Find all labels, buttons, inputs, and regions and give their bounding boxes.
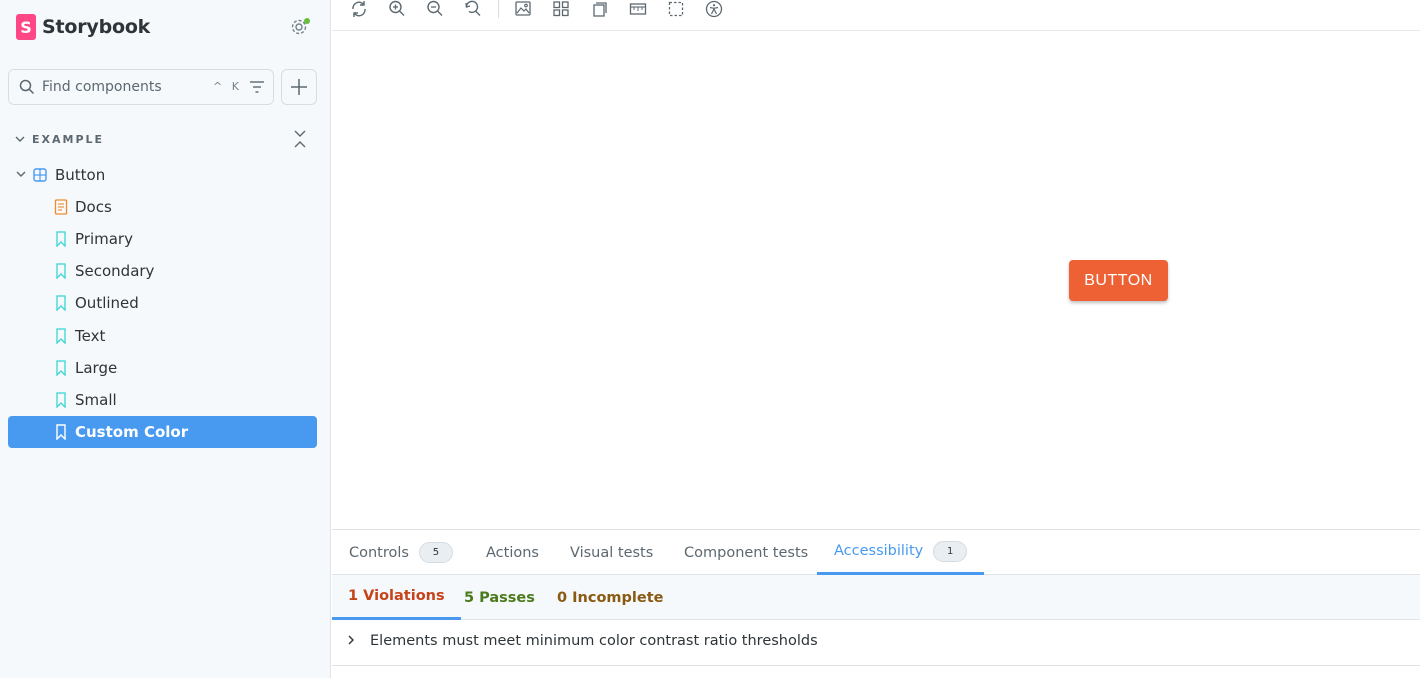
plus-icon	[291, 79, 307, 95]
tab-label: Visual tests	[570, 544, 654, 561]
update-indicator-dot	[304, 18, 310, 24]
zoom-reset-icon[interactable]	[464, 0, 482, 18]
grid-icon[interactable]	[552, 0, 570, 18]
filter-icon[interactable]	[249, 80, 265, 94]
tab-actions[interactable]: Actions	[486, 530, 539, 575]
chevron-down-icon	[15, 136, 25, 142]
subtab-passes[interactable]: 5 Passes	[464, 575, 535, 620]
brand-name: Storybook	[42, 16, 151, 38]
tab-count-badge: 5	[418, 542, 453, 563]
tree-item-text[interactable]: Text	[8, 320, 317, 352]
zoom-in-icon[interactable]	[388, 0, 406, 18]
tab-label: Actions	[486, 544, 539, 561]
settings-button[interactable]	[290, 18, 310, 38]
zoom-out-icon[interactable]	[426, 0, 444, 18]
bookmark-icon	[56, 295, 66, 311]
outline-icon[interactable]	[667, 0, 685, 18]
tree-item-large[interactable]: Large	[8, 352, 317, 384]
violation-title: Elements must meet minimum color contras…	[370, 633, 818, 649]
tree-item-label: Button	[55, 166, 106, 184]
search-field[interactable]: Find components ^ K	[8, 69, 274, 105]
search-icon	[19, 79, 35, 95]
tree-item-outlined[interactable]: Outlined	[8, 287, 317, 319]
a11y-subtabs: 1 Violations 5 Passes 0 Incomplete	[332, 575, 1420, 620]
tab-label: Accessibility	[834, 543, 924, 559]
background-icon[interactable]	[514, 0, 532, 18]
tree-item-custom-color[interactable]: Custom Color	[8, 416, 317, 448]
collapse-icon	[294, 130, 306, 148]
tab-label: Component tests	[684, 544, 809, 561]
tree-item-small[interactable]: Small	[8, 384, 317, 416]
chevron-down-icon	[16, 171, 26, 177]
reload-icon[interactable]	[350, 0, 368, 18]
bookmark-icon	[56, 328, 66, 344]
tree-item-label: Large	[75, 359, 118, 377]
addon-panel-tabs: Controls 5 Actions Visual tests Componen…	[332, 529, 1420, 575]
tree-item-primary[interactable]: Primary	[8, 223, 317, 255]
subtab-violations[interactable]: 1 Violations	[332, 575, 461, 620]
document-icon	[54, 199, 68, 215]
bookmark-icon	[56, 424, 66, 440]
preview-toolbar	[332, 0, 1420, 31]
tab-controls[interactable]: Controls 5	[349, 530, 453, 575]
tab-label: Controls	[349, 544, 409, 561]
bookmark-icon	[56, 231, 66, 247]
section-example-header[interactable]: EXAMPLE	[14, 130, 314, 148]
tree-item-label: Custom Color	[75, 423, 189, 441]
tab-accessibility[interactable]: Accessibility 1	[817, 530, 985, 575]
tab-visual-tests[interactable]: Visual tests	[570, 530, 653, 575]
tree-item-label: Text	[75, 327, 106, 345]
bookmark-icon	[56, 263, 66, 279]
collapse-all-button[interactable]	[292, 128, 308, 150]
chevron-right-icon	[348, 635, 354, 645]
viewport-icon[interactable]	[591, 0, 609, 18]
tree-item-label: Secondary	[75, 262, 155, 280]
sidebar: S Storybook Find components ^ K EXAMPLE …	[0, 0, 331, 678]
tab-component-tests[interactable]: Component tests	[684, 530, 808, 575]
bookmark-icon	[56, 360, 66, 376]
tree-component-button[interactable]: Button	[8, 159, 317, 191]
component-icon	[33, 168, 47, 182]
toolbar-separator	[498, 0, 499, 18]
demo-button[interactable]: BUTTON	[1069, 260, 1168, 301]
subtab-incomplete[interactable]: 0 Incomplete	[557, 575, 663, 620]
tree-item-docs[interactable]: Docs	[8, 191, 317, 223]
tree-item-secondary[interactable]: Secondary	[8, 255, 317, 287]
tab-count-badge: 1	[933, 540, 968, 562]
measure-icon[interactable]	[629, 0, 647, 18]
tree-item-label: Small	[75, 391, 117, 409]
accessibility-icon[interactable]	[705, 0, 723, 18]
violation-item[interactable]: Elements must meet minimum color contras…	[332, 620, 1420, 666]
search-input[interactable]: Find components	[42, 79, 162, 95]
storybook-brand[interactable]: S Storybook	[16, 14, 150, 40]
tree-item-label: Primary	[75, 230, 133, 248]
bookmark-icon	[56, 392, 66, 408]
story-canvas: BUTTON	[332, 31, 1420, 529]
tree-item-label: Docs	[75, 198, 112, 216]
search-shortcut-hint: ^ K	[213, 80, 242, 93]
section-label: EXAMPLE	[32, 132, 105, 146]
create-story-button[interactable]	[281, 69, 317, 105]
tree-item-label: Outlined	[75, 294, 139, 312]
storybook-logo-icon: S	[16, 14, 36, 40]
